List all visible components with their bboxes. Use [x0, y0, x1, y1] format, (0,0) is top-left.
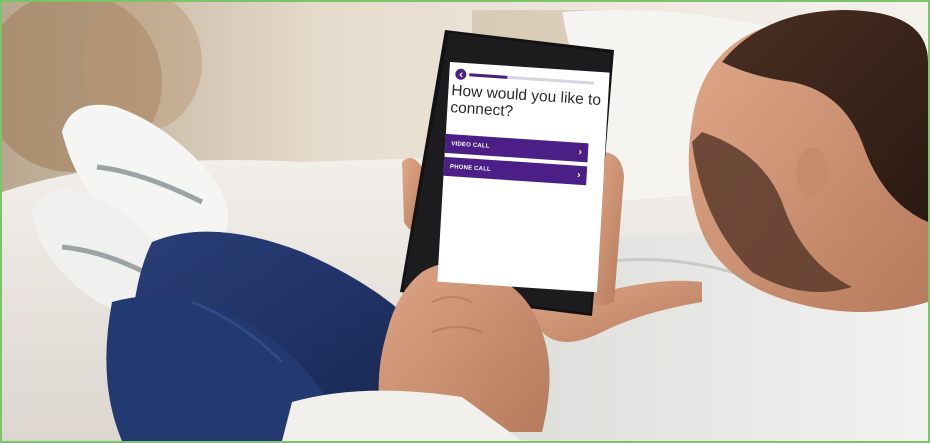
video-call-label: VIDEO CALL	[451, 140, 490, 150]
photo-frame: How would you like to connect? VIDEO CAL…	[0, 0, 930, 443]
chevron-right-icon: ›	[576, 169, 581, 181]
chevron-left-icon	[458, 71, 463, 77]
progress-fill	[469, 73, 507, 79]
progress-track	[469, 73, 595, 85]
tablet-screen: How would you like to connect? VIDEO CAL…	[437, 62, 610, 293]
chevron-right-icon: ›	[578, 146, 583, 158]
phone-call-label: PHONE CALL	[449, 163, 492, 173]
back-button[interactable]	[455, 68, 467, 81]
question-heading: How would you like to connect?	[449, 82, 602, 121]
phone-call-option[interactable]: PHONE CALL ›	[443, 156, 588, 186]
